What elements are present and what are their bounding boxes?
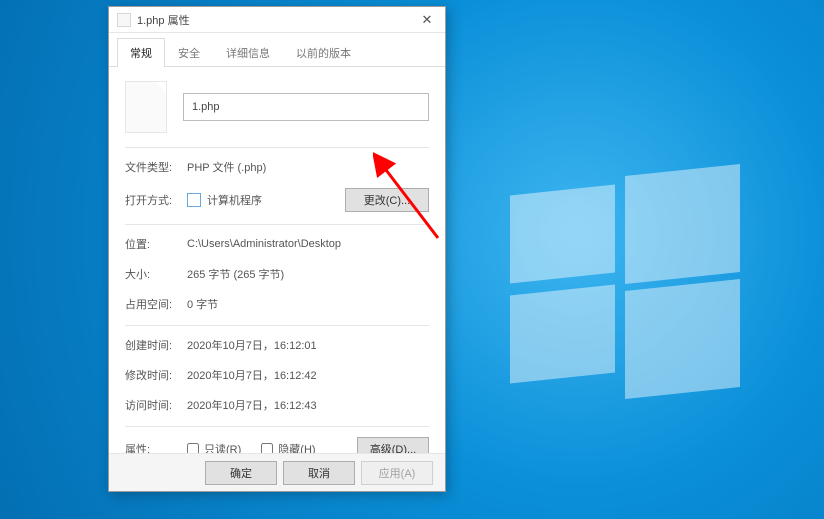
apply-button[interactable]: 应用(A) — [361, 461, 433, 485]
value-modified: 2020年10月7日，16:12:42 — [187, 367, 429, 383]
titlebar: 1.php 属性 ✕ — [109, 7, 445, 33]
change-button[interactable]: 更改(C)... — [345, 188, 429, 212]
divider — [125, 224, 429, 225]
label-size-on-disk: 占用空间: — [125, 296, 187, 312]
tab-details[interactable]: 详细信息 — [213, 38, 283, 67]
value-size: 265 字节 (265 字节) — [187, 266, 429, 282]
readonly-label: 只读(R) — [204, 441, 241, 453]
windows-logo — [510, 170, 740, 380]
tab-content-general: 文件类型: PHP 文件 (.php) 打开方式: 计算机程序 更改(C)...… — [109, 67, 445, 453]
value-created: 2020年10月7日，16:12:01 — [187, 337, 429, 353]
label-modified: 修改时间: — [125, 367, 187, 383]
label-open-with: 打开方式: — [125, 192, 187, 208]
value-open-with: 计算机程序 — [207, 192, 262, 208]
value-accessed: 2020年10月7日，16:12:43 — [187, 397, 429, 413]
cancel-button[interactable]: 取消 — [283, 461, 355, 485]
hidden-checkbox[interactable] — [261, 443, 273, 453]
label-created: 创建时间: — [125, 337, 187, 353]
value-file-type: PHP 文件 (.php) — [187, 159, 429, 175]
label-location: 位置: — [125, 236, 187, 252]
document-icon — [125, 81, 167, 133]
label-file-type: 文件类型: — [125, 159, 187, 175]
close-button[interactable]: ✕ — [411, 8, 443, 32]
advanced-button[interactable]: 高级(D)... — [357, 437, 429, 453]
label-attributes: 属性: — [125, 441, 187, 453]
value-location: C:\Users\Administrator\Desktop — [187, 238, 429, 250]
properties-dialog: 1.php 属性 ✕ 常规 安全 详细信息 以前的版本 文件类型: PHP 文件… — [108, 6, 446, 492]
file-icon — [117, 13, 131, 27]
readonly-checkbox-wrap[interactable]: 只读(R) — [187, 441, 241, 453]
label-accessed: 访问时间: — [125, 397, 187, 413]
tab-strip: 常规 安全 详细信息 以前的版本 — [109, 33, 445, 67]
app-icon — [187, 193, 201, 207]
hidden-label: 隐藏(H) — [278, 441, 315, 453]
tab-security[interactable]: 安全 — [165, 38, 213, 67]
ok-button[interactable]: 确定 — [205, 461, 277, 485]
divider — [125, 426, 429, 427]
window-title: 1.php 属性 — [137, 12, 411, 28]
hidden-checkbox-wrap[interactable]: 隐藏(H) — [261, 441, 315, 453]
divider — [125, 147, 429, 148]
tab-general[interactable]: 常规 — [117, 38, 165, 67]
value-size-on-disk: 0 字节 — [187, 296, 429, 312]
divider — [125, 325, 429, 326]
tab-previous-versions[interactable]: 以前的版本 — [283, 38, 364, 67]
readonly-checkbox[interactable] — [187, 443, 199, 453]
dialog-footer: 确定 取消 应用(A) — [109, 453, 445, 491]
label-size: 大小: — [125, 266, 187, 282]
filename-input[interactable] — [183, 93, 429, 121]
